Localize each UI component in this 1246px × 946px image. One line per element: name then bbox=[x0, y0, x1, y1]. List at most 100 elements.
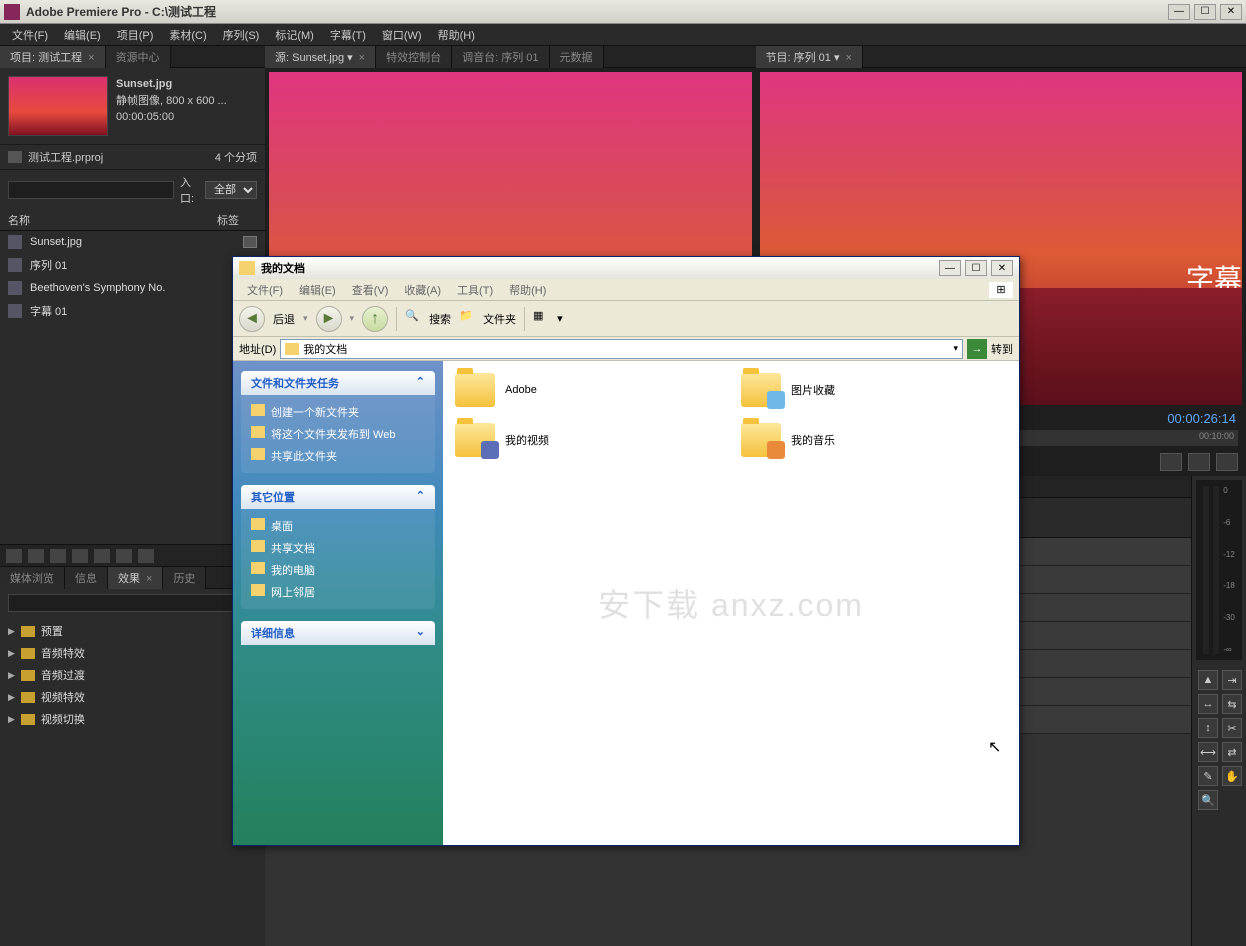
exp-menu-help[interactable]: 帮助(H) bbox=[501, 282, 554, 298]
rate-stretch-tool[interactable]: ↕ bbox=[1198, 718, 1218, 738]
menu-sequence[interactable]: 序列(S) bbox=[215, 27, 268, 43]
slide-tool[interactable]: ⇄ bbox=[1222, 742, 1242, 762]
list-view-button[interactable] bbox=[6, 549, 22, 563]
fx-folder[interactable]: ▶视频特效 bbox=[0, 686, 265, 708]
zoom-tool[interactable]: 🔍 bbox=[1198, 790, 1218, 810]
task-new-folder[interactable]: 创建一个新文件夹 bbox=[251, 401, 425, 423]
menu-title[interactable]: 字幕(T) bbox=[322, 27, 374, 43]
explorer-window[interactable]: 我的文档 — ☐ ✕ 文件(F) 编辑(E) 查看(V) 收藏(A) 工具(T)… bbox=[232, 256, 1020, 846]
tab-program[interactable]: 节目: 序列 01 ▾× bbox=[756, 46, 863, 68]
export-frame-button[interactable] bbox=[1216, 453, 1238, 471]
bin-item[interactable]: 字幕 01 bbox=[0, 299, 265, 323]
tab-effects[interactable]: 效果× bbox=[108, 567, 163, 589]
menu-project[interactable]: 项目(P) bbox=[109, 27, 162, 43]
maximize-button[interactable]: ☐ bbox=[1194, 4, 1216, 20]
bin-item[interactable]: Beethoven's Symphony No. bbox=[0, 277, 265, 299]
menu-clip[interactable]: 素材(C) bbox=[161, 27, 214, 43]
place-my-computer[interactable]: 我的电脑 bbox=[251, 559, 425, 581]
exp-menu-view[interactable]: 查看(V) bbox=[344, 282, 397, 298]
details-header[interactable]: 详细信息⌄ bbox=[241, 621, 435, 645]
ripple-edit-tool[interactable]: ↔ bbox=[1198, 694, 1218, 714]
label-swatch[interactable] bbox=[243, 236, 257, 248]
menu-help[interactable]: 帮助(H) bbox=[430, 27, 483, 43]
go-button[interactable]: → bbox=[967, 339, 987, 359]
fx-folder[interactable]: ▶音频特效 bbox=[0, 642, 265, 664]
folder-item-pictures[interactable]: 图片收藏 bbox=[741, 373, 1007, 407]
tab-info[interactable]: 信息 bbox=[65, 567, 108, 589]
effects-search-input[interactable] bbox=[8, 594, 257, 612]
place-network[interactable]: 网上邻居 bbox=[251, 581, 425, 603]
explorer-minimize-button[interactable]: — bbox=[939, 260, 961, 276]
fx-folder[interactable]: ▶视频切换 bbox=[0, 708, 265, 730]
tasks-header[interactable]: 文件和文件夹任务⌃ bbox=[241, 371, 435, 395]
folder-item-music[interactable]: 我的音乐 bbox=[741, 423, 1007, 457]
razor-tool[interactable]: ✂ bbox=[1222, 718, 1242, 738]
find-button[interactable] bbox=[72, 549, 88, 563]
back-button[interactable]: ◄ bbox=[239, 306, 265, 332]
fx-folder[interactable]: ▶音频过渡 bbox=[0, 664, 265, 686]
menu-marker[interactable]: 标记(M) bbox=[267, 27, 322, 43]
tab-metadata[interactable]: 元数据 bbox=[550, 46, 604, 68]
track-select-tool[interactable]: ⇥ bbox=[1222, 670, 1242, 690]
tools-panel: ▲ ⇥ ↔ ⇆ ↕ ✂ ⟷ ⇄ ✎ ✋ 🔍 bbox=[1192, 664, 1246, 816]
project-panel: Sunset.jpg 静帧图像, 800 x 600 ... 00:00:05:… bbox=[0, 68, 265, 566]
new-item-button[interactable] bbox=[116, 549, 132, 563]
close-button[interactable]: ✕ bbox=[1220, 4, 1242, 20]
titlebar: Adobe Premiere Pro - C:\测试工程 — ☐ ✕ bbox=[0, 0, 1246, 24]
fx-folder[interactable]: ▶预置 bbox=[0, 620, 265, 642]
pen-tool[interactable]: ✎ bbox=[1198, 766, 1218, 786]
lift-button[interactable] bbox=[1160, 453, 1182, 471]
selection-tool[interactable]: ▲ bbox=[1198, 670, 1218, 690]
slip-tool[interactable]: ⟷ bbox=[1198, 742, 1218, 762]
forward-button[interactable]: ► bbox=[316, 306, 342, 332]
explorer-file-pane[interactable]: Adobe 图片收藏 我的视频 我的音乐 安下载 anxz.com ↖ bbox=[443, 361, 1019, 845]
explorer-close-button[interactable]: ✕ bbox=[991, 260, 1013, 276]
folder-item-adobe[interactable]: Adobe bbox=[455, 373, 721, 407]
tab-history[interactable]: 历史 bbox=[163, 567, 206, 589]
folder-item-videos[interactable]: 我的视频 bbox=[455, 423, 721, 457]
automate-button[interactable] bbox=[50, 549, 66, 563]
delete-button[interactable] bbox=[138, 549, 154, 563]
menu-window[interactable]: 窗口(W) bbox=[374, 27, 430, 43]
menu-edit[interactable]: 编辑(E) bbox=[56, 27, 109, 43]
exp-menu-file[interactable]: 文件(F) bbox=[239, 282, 291, 298]
exp-menu-tools[interactable]: 工具(T) bbox=[449, 282, 501, 298]
up-button[interactable]: ↑ bbox=[362, 306, 388, 332]
place-desktop[interactable]: 桌面 bbox=[251, 515, 425, 537]
hand-tool[interactable]: ✋ bbox=[1222, 766, 1242, 786]
col-label[interactable]: 标签 bbox=[217, 212, 257, 228]
tab-project[interactable]: 项目: 测试工程× bbox=[0, 46, 106, 68]
task-publish-web[interactable]: 将这个文件夹发布到 Web bbox=[251, 423, 425, 445]
tab-effect-controls[interactable]: 特效控制台 bbox=[376, 46, 452, 68]
tab-source[interactable]: 源: Sunset.jpg ▾× bbox=[265, 46, 376, 68]
exp-menu-favorites[interactable]: 收藏(A) bbox=[396, 282, 449, 298]
views-button[interactable]: ▦▾ bbox=[533, 309, 563, 329]
places-header[interactable]: 其它位置⌃ bbox=[241, 485, 435, 509]
icon-view-button[interactable] bbox=[28, 549, 44, 563]
folders-button[interactable]: 📁文件夹 bbox=[459, 309, 516, 329]
bin-item[interactable]: Sunset.jpg bbox=[0, 231, 265, 253]
tab-media-browser[interactable]: 媒体浏览 bbox=[0, 567, 65, 589]
minimize-button[interactable]: — bbox=[1168, 4, 1190, 20]
entry-select[interactable]: 全部 bbox=[205, 181, 257, 199]
tab-resource-center[interactable]: 资源中心 bbox=[106, 46, 171, 68]
entry-label: 入口: bbox=[180, 174, 199, 206]
place-shared-docs[interactable]: 共享文档 bbox=[251, 537, 425, 559]
project-search-input[interactable] bbox=[8, 181, 174, 199]
tab-audio-mixer[interactable]: 调音台: 序列 01 bbox=[452, 46, 549, 68]
task-share-folder[interactable]: 共享此文件夹 bbox=[251, 445, 425, 467]
extract-button[interactable] bbox=[1188, 453, 1210, 471]
explorer-maximize-button[interactable]: ☐ bbox=[965, 260, 987, 276]
folder-icon bbox=[285, 343, 299, 355]
new-bin-button[interactable] bbox=[94, 549, 110, 563]
menu-file[interactable]: 文件(F) bbox=[4, 27, 56, 43]
folder-icon bbox=[239, 261, 255, 275]
col-name[interactable]: 名称 bbox=[8, 212, 217, 228]
rolling-edit-tool[interactable]: ⇆ bbox=[1222, 694, 1242, 714]
exp-menu-edit[interactable]: 编辑(E) bbox=[291, 282, 344, 298]
folder-icon bbox=[455, 423, 495, 457]
search-button[interactable]: 🔍搜索 bbox=[405, 309, 451, 329]
explorer-titlebar[interactable]: 我的文档 — ☐ ✕ bbox=[233, 257, 1019, 279]
address-field[interactable]: 我的文档 ▾ bbox=[280, 339, 963, 359]
bin-item[interactable]: 序列 01 bbox=[0, 253, 265, 277]
